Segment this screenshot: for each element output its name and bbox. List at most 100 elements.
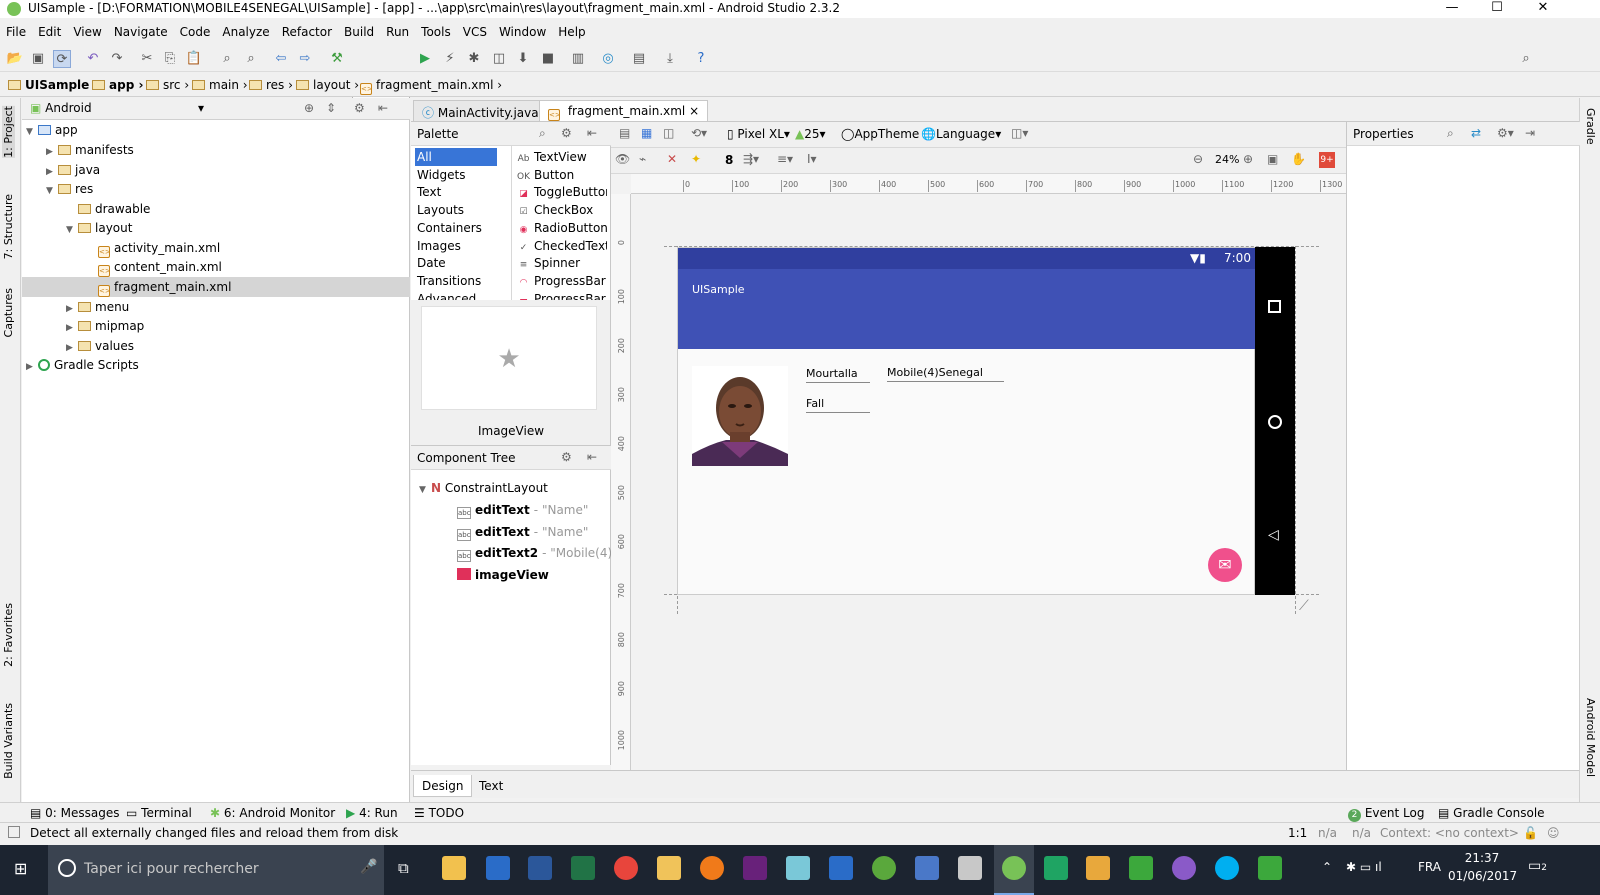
expanded-arrow-icon[interactable]: ▼ [66,220,78,240]
api-select[interactable]: ▲25▾ [795,127,826,141]
app-icon[interactable] [786,856,810,880]
design-view-icon[interactable]: ▤ [619,126,630,140]
paste-icon[interactable]: 📋 [185,50,203,68]
taskbar-search-box[interactable]: Taper ici pour rechercher 🎤 [48,845,384,895]
settings-gear-icon[interactable]: ⚙▾ [1497,126,1514,140]
app-icon[interactable] [1086,856,1110,880]
terminal-tool-button[interactable]: ▭ Terminal [126,806,192,820]
clock-date[interactable]: 01/06/2017 [1448,869,1517,883]
undo-icon[interactable]: ↶ [84,50,102,68]
settings-gear-icon[interactable]: ⚙ [561,450,572,464]
windows-start-icon[interactable]: ⊞ [14,860,32,878]
palette-item-progressbar[interactable]: ◠ ProgressBar [517,272,607,290]
open-folder-icon[interactable]: 📂 [6,50,24,68]
app-icon[interactable] [1172,856,1196,880]
settings-gear-icon[interactable]: ⚙ [354,101,365,115]
blueprint-view-icon[interactable]: ▦ [641,126,652,140]
sync-gradle-icon[interactable]: ◎ [599,50,617,68]
avd-manager-icon[interactable]: ▥ [569,50,587,68]
action-center-icon[interactable]: ▭2 [1528,858,1547,874]
tree-edittext[interactable]: abc editText - "Name" [457,522,588,542]
cut-icon[interactable]: ✂ [138,50,156,68]
menu-tools[interactable]: Tools [415,22,457,39]
todo-tool-button[interactable]: ☰ TODO [414,806,464,820]
project-tree-item-content-main-xml[interactable]: <> content_main.xml [22,257,410,277]
orientation-icon[interactable]: ⟲▾ [691,126,707,140]
language-select[interactable]: 🌐Language▾ [921,127,1001,141]
run-icon[interactable]: ▶ [416,50,434,68]
show-hidden-icons[interactable]: ⌃ [1322,860,1332,874]
autoconnect-icon[interactable]: ⌁ [639,152,646,166]
tree-imageview[interactable]: imageView [457,565,553,585]
breadcrumb-src[interactable]: src › [146,78,189,92]
infer-constraints-icon[interactable]: ✦ [691,152,701,166]
favorites-tool-tab[interactable]: 2: Favorites [2,603,15,667]
caret-position[interactable]: 1:1 [1288,826,1307,840]
clear-constraints-icon[interactable]: ✕ [667,152,677,166]
pan-icon[interactable]: ✋ [1291,152,1306,166]
stop-icon[interactable]: ■ [539,50,557,68]
expanded-arrow-icon[interactable]: ▼ [26,122,38,142]
hide-panel-icon[interactable]: ⇥ [1525,126,1535,140]
redo-icon[interactable]: ↷ [108,50,126,68]
project-tree-item-manifests[interactable]: ▶ manifests [22,140,410,160]
first-name-field[interactable]: Mourtalla [806,367,870,383]
toggle-view-icon[interactable]: ⇄ [1471,126,1481,140]
project-structure-icon[interactable]: ▤ [630,50,648,68]
android-monitor-tool-button[interactable]: ✱ 6: Android Monitor [210,806,335,820]
sync-icon[interactable]: ⟳ [53,50,71,68]
project-tree-item-activity-main-xml[interactable]: <> activity_main.xml [22,238,410,258]
palette-category-text[interactable]: Text [415,183,497,201]
align-icon[interactable]: ≡▾ [777,152,793,166]
palette-item-spinner[interactable]: ≡ Spinner [517,254,607,272]
task-view-icon[interactable]: ⧉ [398,859,409,877]
project-tool-tab[interactable]: 1: Project [2,106,15,158]
expanded-arrow-icon[interactable]: ▼ [46,181,58,201]
menu-navigate[interactable]: Navigate [108,22,174,39]
close-button[interactable]: ✕ [1520,0,1566,18]
app-icon[interactable] [872,856,896,880]
pack-icon[interactable]: ⇶▾ [743,152,759,166]
gradle-tool-tab[interactable]: Gradle [1584,108,1597,145]
company-field[interactable]: Mobile(4)Senegal [887,366,1004,382]
menu-analyze[interactable]: Analyze [216,22,275,39]
collapsed-arrow-icon[interactable]: ▶ [26,357,38,377]
fab-email-button[interactable]: ✉ [1208,548,1242,582]
device-screen[interactable]: ▼▮ 7:00 UISample Mourtalla Fall Mobile(4… [677,247,1256,595]
android-studio-taskbar-button[interactable] [994,845,1034,895]
search-icon[interactable]: ⌕ [539,126,546,141]
apply-changes-icon[interactable]: ⚡ [441,50,459,68]
show-constraints-icon[interactable]: 👁 [615,152,630,166]
collapsed-arrow-icon[interactable]: ▶ [46,142,58,162]
palette-item-textview[interactable]: Ab TextView [517,148,607,166]
sdk-manager-icon[interactable]: ⤓ [661,50,679,68]
breadcrumb-main[interactable]: main › [192,78,248,92]
collapsed-arrow-icon[interactable]: ▶ [66,318,78,338]
status-toggle-icon[interactable] [8,826,20,838]
google-drive-icon[interactable] [1044,856,1068,880]
menu-edit[interactable]: Edit [32,22,67,39]
visual-studio-icon[interactable] [743,856,767,880]
word-icon[interactable] [528,856,552,880]
hide-panel-icon[interactable]: ⇤ [587,126,597,140]
inspector-icon[interactable]: ☺ [1547,826,1560,840]
tree-constraint-layout[interactable]: ▼ N ConstraintLayout [419,478,548,498]
tab-design[interactable]: Design [413,775,473,797]
help-icon[interactable]: ? [692,50,710,68]
run-tool-button[interactable]: ▶ 4: Run [346,806,398,820]
clock-time[interactable]: 21:37 [1452,851,1512,865]
build-variants-tool-tab[interactable]: Build Variants [2,703,15,779]
maximize-button[interactable]: ☐ [1474,0,1520,18]
replace-icon[interactable]: ⌕ [242,50,260,68]
project-tree-item-values[interactable]: ▶ values [22,336,410,356]
app-icon[interactable] [958,856,982,880]
scroll-from-source-icon[interactable]: ⊕ [304,101,314,115]
palette-category-images[interactable]: Images [415,237,497,255]
project-tree-item-menu[interactable]: ▶ menu [22,297,410,317]
menu-refactor[interactable]: Refactor [276,22,338,39]
search-everywhere-icon[interactable]: ⌕ [1517,50,1535,68]
project-tree-item-layout[interactable]: ▼ layout [22,218,410,238]
project-view-selector[interactable]: ▣ Android ▾ [30,101,210,115]
app-icon[interactable] [1258,856,1282,880]
palette-item-checkedtextview[interactable]: ✓ CheckedTextView [517,237,607,255]
